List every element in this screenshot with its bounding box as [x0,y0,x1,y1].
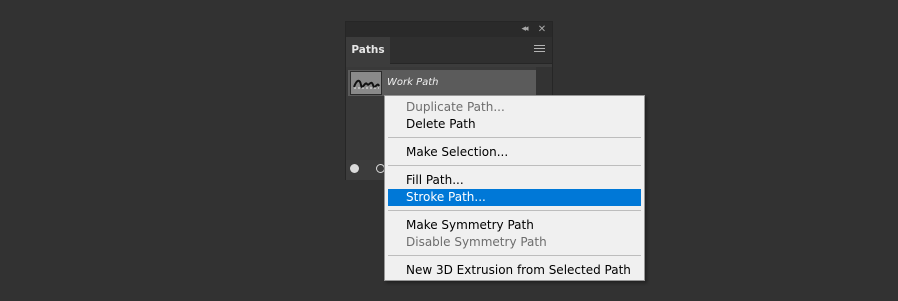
path-thumbnail-icon [353,79,380,89]
close-icon[interactable]: ✕ [536,23,548,36]
menu-item-stroke-path[interactable]: Stroke Path... [388,189,641,206]
path-thumbnail [350,71,382,95]
menu-item-make-selection[interactable]: Make Selection... [388,144,641,161]
menu-separator [388,210,641,211]
menu-item-fill-path[interactable]: Fill Path... [388,172,641,189]
menu-separator [388,137,641,138]
menu-item-make-symmetry-path[interactable]: Make Symmetry Path [388,217,641,234]
collapse-icon[interactable]: ◂◂ [518,23,530,36]
menu-separator [388,255,641,256]
fill-path-icon[interactable] [350,164,359,173]
path-name: Work Path [387,77,439,88]
panel-titlebar: ◂◂ ✕ [346,22,552,37]
panel-menu-icon[interactable] [534,45,545,55]
context-menu: Duplicate Path... Delete Path Make Selec… [384,95,645,281]
menu-item-disable-symmetry-path[interactable]: Disable Symmetry Path [388,234,641,251]
panel-tabbar: Paths [346,37,552,64]
menu-item-duplicate-path[interactable]: Duplicate Path... [388,99,641,116]
menu-separator [388,165,641,166]
path-row-work-path[interactable]: Work Path [348,70,536,96]
tab-paths[interactable]: Paths [346,37,390,64]
menu-item-new-3d-extrusion[interactable]: New 3D Extrusion from Selected Path [388,262,641,279]
menu-item-delete-path[interactable]: Delete Path [388,116,641,133]
